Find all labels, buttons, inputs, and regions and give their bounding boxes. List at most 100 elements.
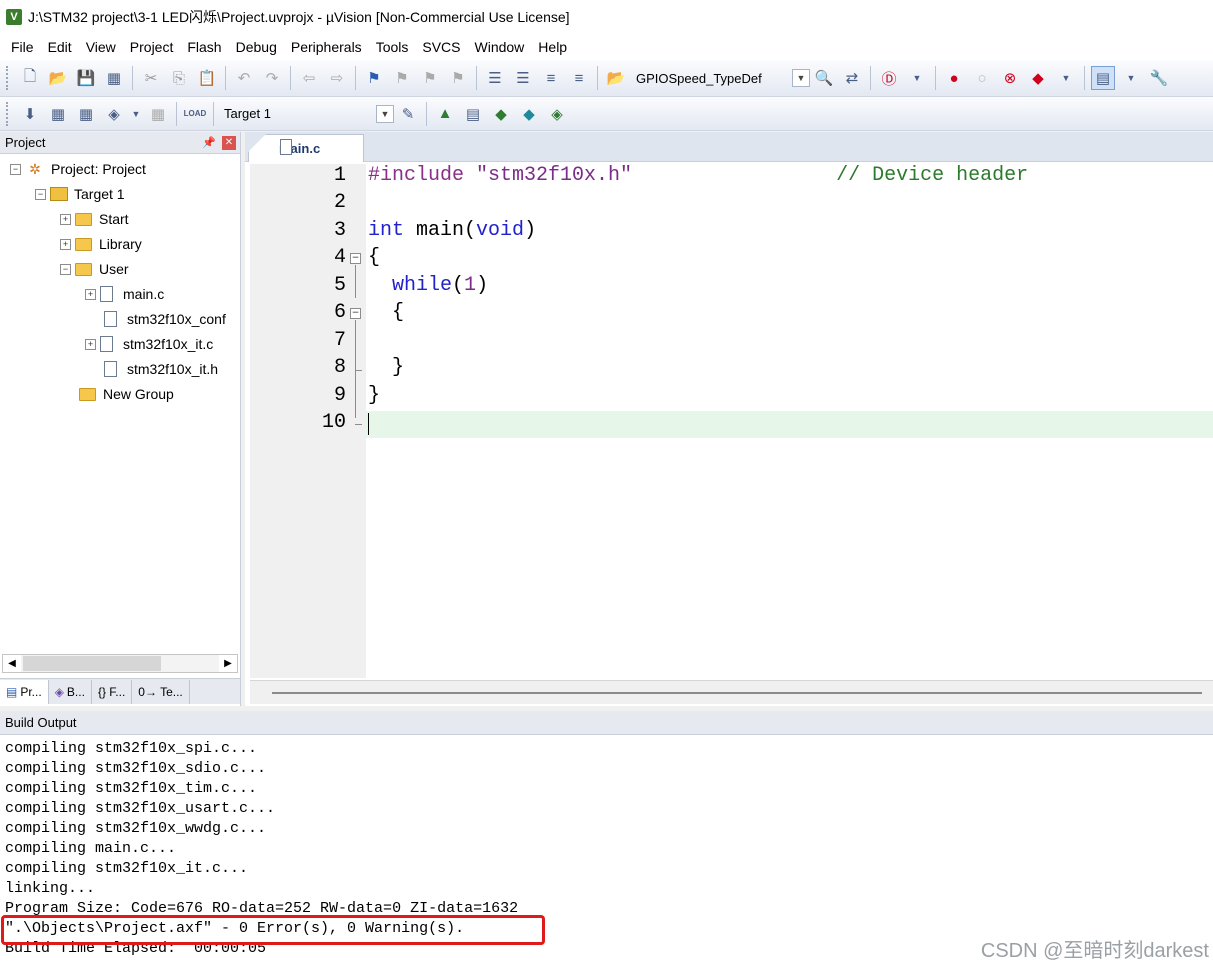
window-layout-icon[interactable]: ▤ [1091, 66, 1115, 90]
tree-item-file-conf[interactable]: stm32f10x_conf [100, 308, 226, 330]
translate-icon[interactable]: ⬇ [18, 102, 42, 126]
collapse-icon[interactable]: − [10, 163, 21, 175]
code-line-current[interactable]: 10 [250, 411, 1213, 438]
tree-item-group-new[interactable]: New Group [79, 383, 174, 405]
menu-tools[interactable]: Tools [369, 39, 416, 55]
nav-back-icon[interactable]: ⇦ [297, 66, 321, 90]
menu-edit[interactable]: Edit [41, 39, 79, 55]
collapse-icon[interactable]: − [60, 263, 71, 275]
menu-svcs[interactable]: SVCS [415, 39, 467, 55]
build-icon[interactable]: ▦ [46, 102, 70, 126]
paste-icon[interactable]: 📋 [195, 66, 219, 90]
tab-functions[interactable]: {} F... [92, 679, 133, 704]
code-line[interactable]: 5 while(1) [250, 274, 1213, 301]
menu-project[interactable]: Project [123, 39, 181, 55]
fold-collapse-icon[interactable]: − [350, 253, 361, 264]
scroll-left-icon[interactable]: ◀ [3, 655, 21, 672]
expand-icon[interactable]: + [60, 213, 71, 225]
cut-icon[interactable]: ✂ [139, 66, 163, 90]
menu-help[interactable]: Help [531, 39, 574, 55]
code-line[interactable]: 4 − { [250, 246, 1213, 273]
incremental-find-icon[interactable]: ⇄ [840, 66, 864, 90]
target-select[interactable]: Target 1 ▼ [218, 103, 394, 125]
tree-item-file-main[interactable]: + main.c [85, 283, 164, 305]
manage-components-icon[interactable]: ▲ [433, 102, 457, 126]
code-line[interactable]: 3 int main(void) [250, 219, 1213, 246]
tree-item-group-user[interactable]: − User [60, 258, 129, 280]
expand-icon[interactable]: + [60, 238, 71, 250]
indent-icon[interactable]: ☰ [483, 66, 507, 90]
save-icon[interactable]: 💾 [74, 66, 98, 90]
download-icon[interactable]: LOAD [183, 102, 207, 126]
tree-item-group-start[interactable]: + Start [60, 208, 129, 230]
scroll-right-icon[interactable]: ▶ [219, 655, 237, 672]
kill-breakpoints-icon[interactable]: ⊗ [998, 66, 1022, 90]
code-line[interactable]: 8 } [250, 356, 1213, 383]
expand-icon[interactable]: + [85, 288, 96, 300]
configure-icon[interactable]: 🔧 [1147, 66, 1171, 90]
breakpoint-icon[interactable]: ● [942, 66, 966, 90]
clear-bookmarks-icon[interactable]: ⚑ [446, 66, 470, 90]
collapse-icon[interactable]: − [35, 188, 46, 200]
target-options-icon[interactable]: ✎ [396, 102, 420, 126]
tab-project[interactable]: ▤ Pr... [0, 679, 49, 704]
open-file-icon[interactable]: 📂 [46, 66, 70, 90]
redo-icon[interactable]: ↷ [260, 66, 284, 90]
tree-item-file-it-c[interactable]: + stm32f10x_it.c [85, 333, 213, 355]
code-line[interactable]: 7 [250, 329, 1213, 356]
tab-main-c[interactable]: main.c [248, 134, 364, 162]
tab-templates[interactable]: 0→ Te... [132, 679, 190, 704]
scroll-thumb[interactable] [23, 656, 161, 671]
batch-dropdown-icon[interactable]: ▼ [130, 102, 142, 126]
menu-peripherals[interactable]: Peripherals [284, 39, 369, 55]
comment-icon[interactable]: ≡ [539, 66, 563, 90]
window-layout-dropdown-icon[interactable]: ▼ [1119, 66, 1143, 90]
disable-breakpoint-icon[interactable]: ○ [970, 66, 994, 90]
editor-horizontal-scrollbar[interactable] [250, 680, 1213, 704]
code-line[interactable]: 1 #include "stm32f10x.h" // Device heade… [250, 164, 1213, 191]
debug-session-icon[interactable]: Ⓓ [877, 66, 901, 90]
batch-build-icon[interactable]: ◈ [102, 102, 126, 126]
prev-bookmark-icon[interactable]: ⚑ [390, 66, 414, 90]
code-line[interactable]: 9 } [250, 384, 1213, 411]
scroll-track[interactable] [272, 692, 1202, 694]
tab-books[interactable]: ◈ B... [49, 679, 92, 704]
select-packs-icon[interactable]: ◆ [517, 102, 541, 126]
code-line[interactable]: 6 − { [250, 301, 1213, 328]
menu-debug[interactable]: Debug [229, 39, 284, 55]
breakpoint-dropdown-icon[interactable]: ▼ [1054, 66, 1078, 90]
pin-icon[interactable]: 📌 [202, 136, 216, 149]
undo-icon[interactable]: ↶ [232, 66, 256, 90]
next-bookmark-icon[interactable]: ⚑ [418, 66, 442, 90]
tree-item-file-it-h[interactable]: stm32f10x_it.h [100, 358, 218, 380]
save-all-icon[interactable]: ▦ [102, 66, 126, 90]
chevron-down-icon[interactable]: ▼ [792, 69, 810, 87]
bookmark-icon[interactable]: ⚑ [362, 66, 386, 90]
chevron-down-icon[interactable]: ▼ [376, 104, 394, 123]
stop-build-icon[interactable]: ▦ [146, 102, 170, 126]
copy-icon[interactable]: ⎘ [167, 66, 191, 90]
expand-icon[interactable]: + [85, 338, 96, 350]
debug-dropdown-icon[interactable]: ▼ [905, 66, 929, 90]
tree-item-target[interactable]: − Target 1 [35, 183, 125, 205]
menu-window[interactable]: Window [468, 39, 532, 55]
new-file-icon[interactable]: 🗋 [18, 66, 42, 90]
nav-forward-icon[interactable]: ⇨ [325, 66, 349, 90]
uncomment-icon[interactable]: ≡ [567, 66, 591, 90]
toolbar-grip[interactable] [6, 66, 10, 90]
file-extensions-icon[interactable]: ▤ [461, 102, 485, 126]
unindent-icon[interactable]: ☰ [511, 66, 535, 90]
code-editor[interactable]: 1 #include "stm32f10x.h" // Device heade… [250, 164, 1213, 678]
find-icon[interactable]: 🔍 [812, 66, 836, 90]
find-combo[interactable]: GPIOSpeed_TypeDef ▼ [630, 67, 810, 89]
fold-collapse-icon[interactable]: − [350, 308, 361, 319]
rebuild-icon[interactable]: ▦ [74, 102, 98, 126]
breakpoint-settings-icon[interactable]: ◆ [1026, 66, 1050, 90]
pack-installer-icon[interactable]: ◆ [489, 102, 513, 126]
menu-flash[interactable]: Flash [180, 39, 228, 55]
code-line[interactable]: 2 [250, 191, 1213, 218]
tree-item-group-library[interactable]: + Library [60, 233, 142, 255]
project-horizontal-scrollbar[interactable]: ◀ ▶ [2, 654, 238, 673]
toolbar-grip[interactable] [6, 101, 10, 126]
close-icon[interactable]: ✕ [222, 135, 236, 150]
